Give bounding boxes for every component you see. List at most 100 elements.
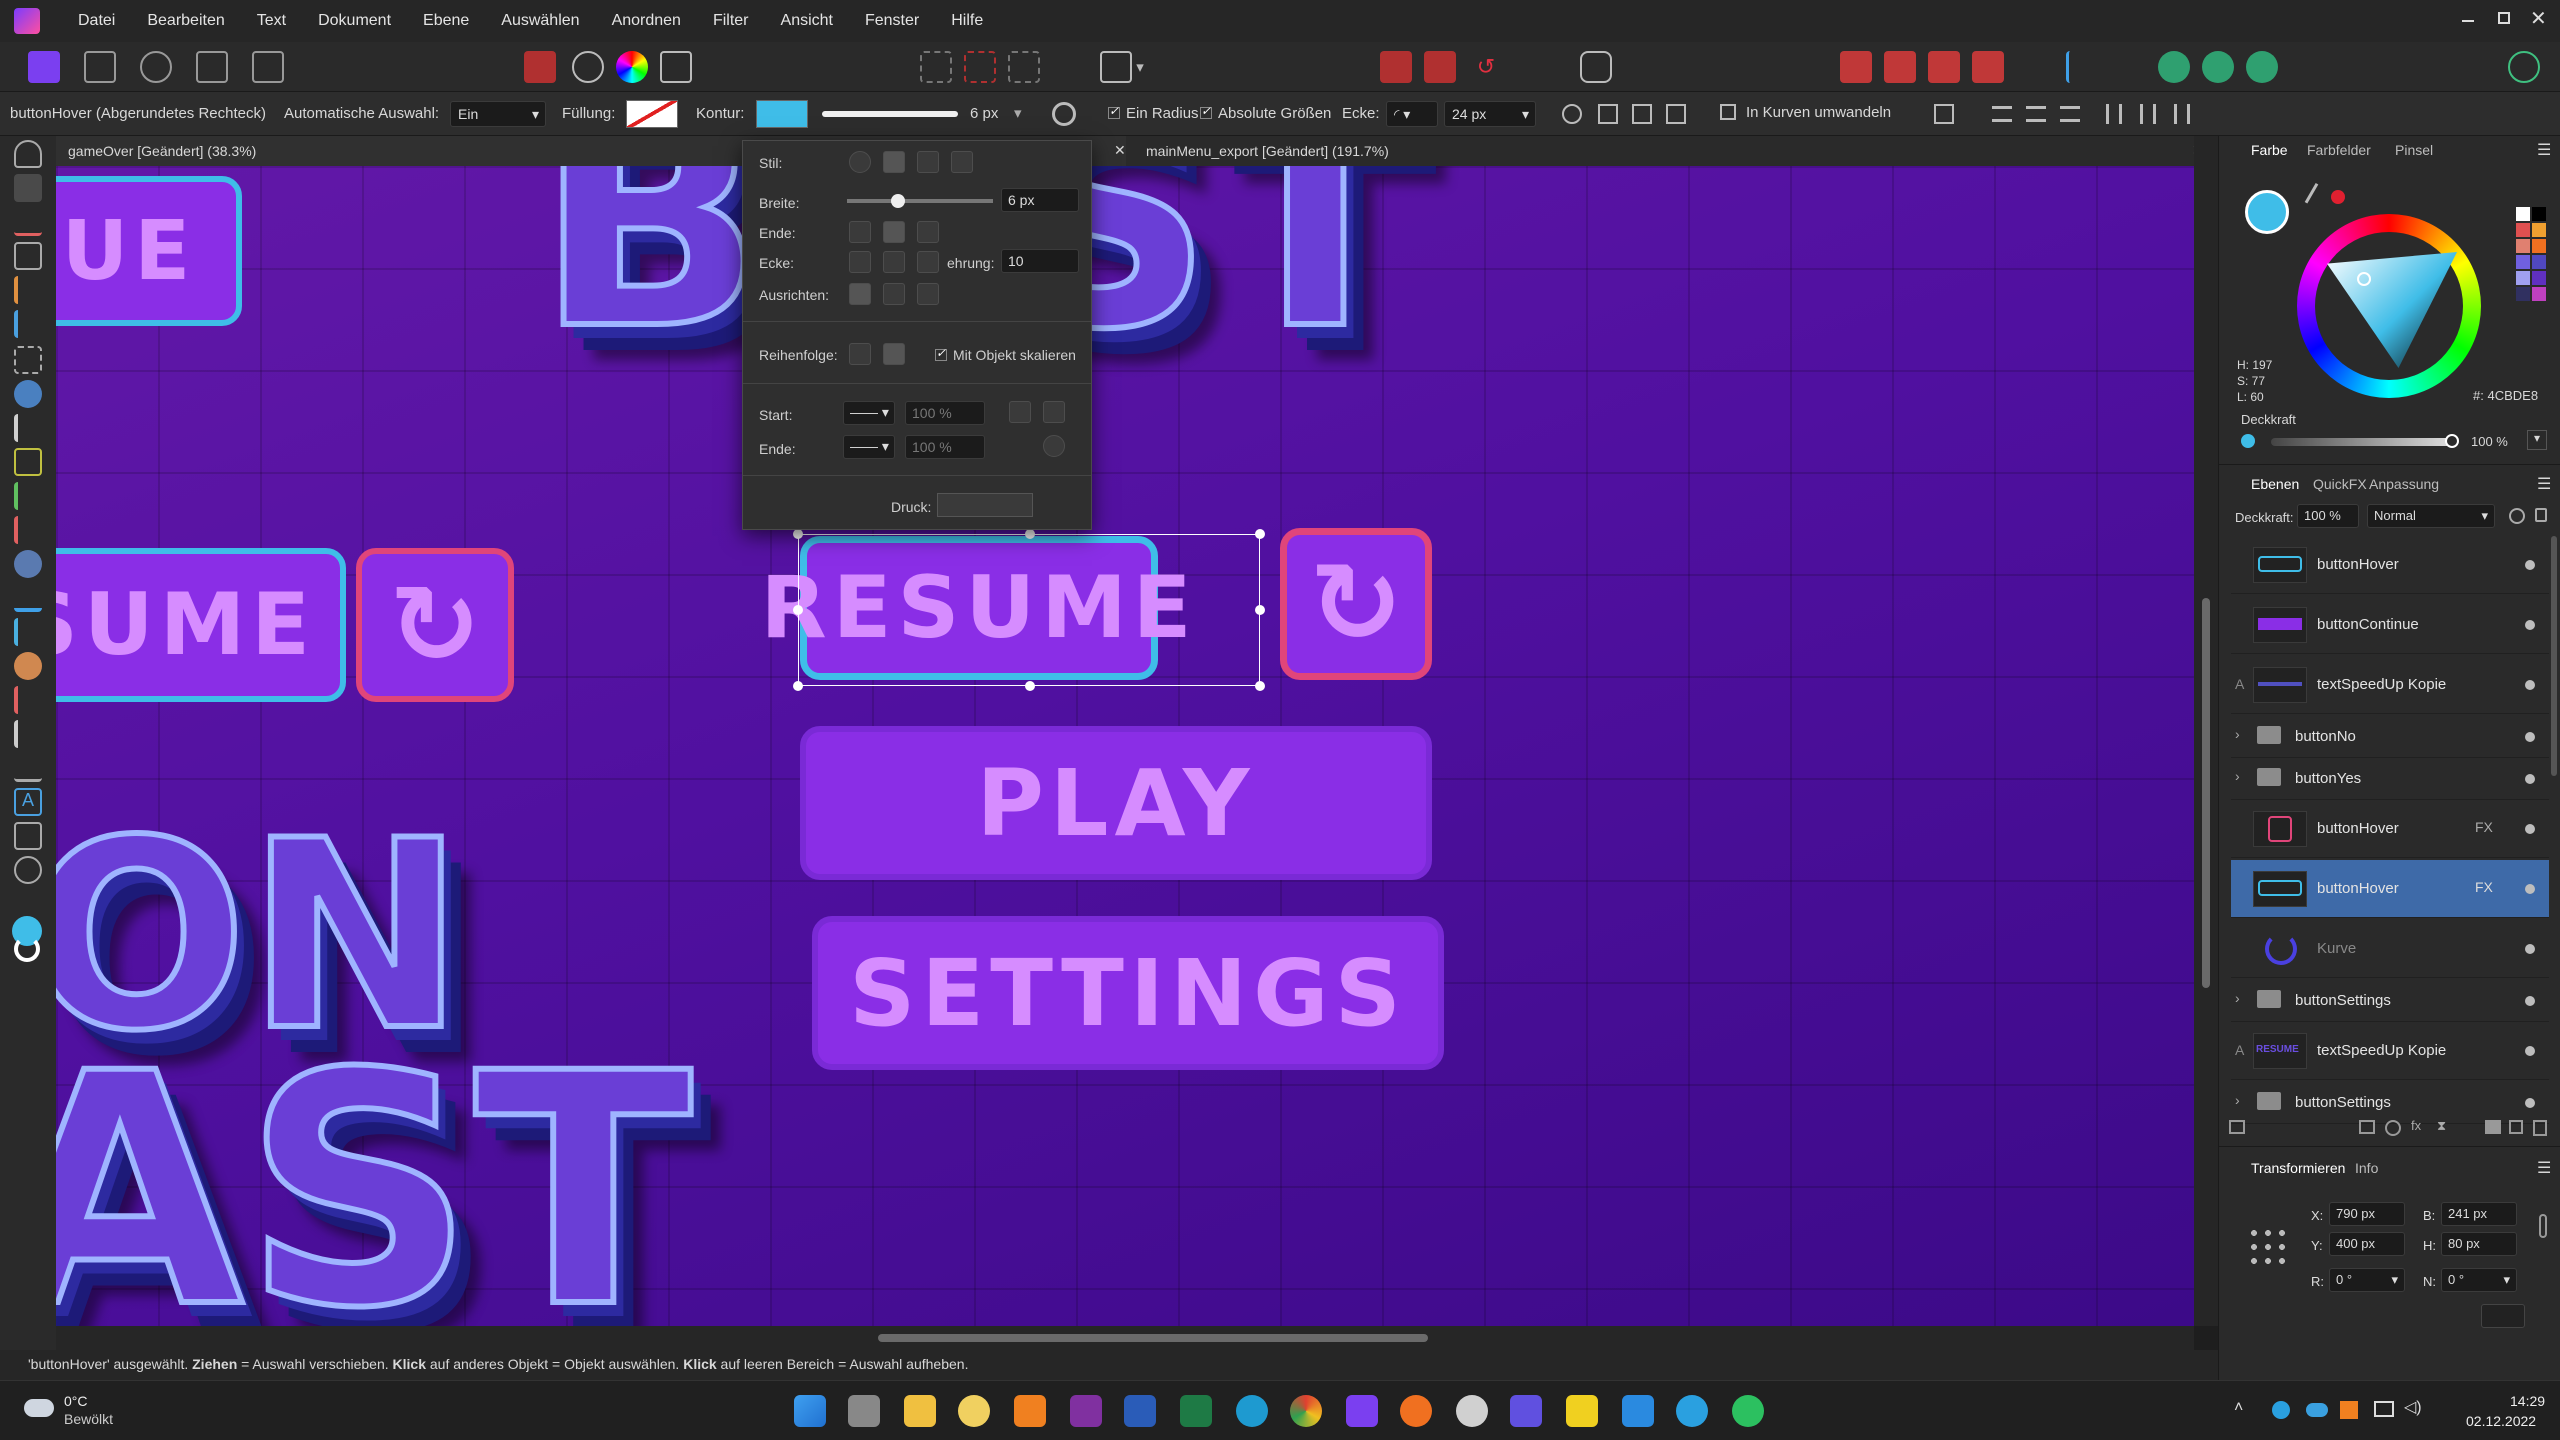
round-join-icon[interactable] xyxy=(883,251,905,273)
menu-text[interactable]: Text xyxy=(241,12,302,30)
chevron-down-icon[interactable]: ▾ xyxy=(2527,430,2547,450)
align-bottom-icon[interactable] xyxy=(2174,104,2190,124)
tab-info[interactable]: Info xyxy=(2355,1160,2378,1176)
color-picker-icon[interactable] xyxy=(14,550,42,578)
auto-select-dropdown[interactable]: Ein ▾ xyxy=(450,101,546,127)
texture-line-icon[interactable] xyxy=(951,151,973,173)
align-center-icon[interactable] xyxy=(2026,106,2046,122)
tray-network-icon[interactable] xyxy=(2374,1401,2394,1417)
visibility-dot-icon[interactable] xyxy=(2525,560,2535,570)
transform-options-button[interactable] xyxy=(2481,1304,2525,1328)
outline-icon[interactable] xyxy=(1008,51,1040,83)
align-outside-stroke-icon[interactable] xyxy=(917,283,939,305)
start-scale-input[interactable]: 100 % xyxy=(905,401,985,425)
visibility-dot-icon[interactable] xyxy=(2525,1046,2535,1056)
tab-quickfx[interactable]: QuickFX xyxy=(2313,476,2367,492)
flood-fill-icon[interactable] xyxy=(14,380,42,408)
view-mode-icon[interactable] xyxy=(572,51,604,83)
selection-handle[interactable] xyxy=(1255,681,1265,691)
dashed-line-icon[interactable] xyxy=(917,151,939,173)
menu-fenster[interactable]: Fenster xyxy=(849,12,935,30)
menu-icon[interactable]: ☰ xyxy=(2537,1158,2551,1178)
tab-transformieren[interactable]: Transformieren xyxy=(2251,1160,2345,1176)
whatsapp-icon[interactable] xyxy=(1732,1395,1764,1427)
tab-close-icon[interactable]: ✕ xyxy=(1114,142,1126,159)
tab-ebenen[interactable]: Ebenen xyxy=(2251,476,2299,492)
flip-h-icon[interactable] xyxy=(1632,104,1652,124)
selection-handle[interactable] xyxy=(1255,529,1265,539)
swatch[interactable] xyxy=(2516,287,2530,301)
layer-row[interactable]: buttonHover xyxy=(2231,536,2549,594)
horizontal-scroll-thumb[interactable] xyxy=(878,1334,1428,1342)
align-right-icon[interactable] xyxy=(2060,106,2080,122)
layer-row-selected[interactable]: buttonHover FX xyxy=(2231,860,2549,918)
layer-row[interactable]: Kurve xyxy=(2231,920,2549,978)
align-left-icon[interactable] xyxy=(2066,51,2098,83)
davinci-icon[interactable] xyxy=(1456,1395,1488,1427)
weather-desc[interactable]: Bewölkt xyxy=(64,1411,113,1427)
edge-icon[interactable] xyxy=(1236,1395,1268,1427)
y-input[interactable]: 400 px xyxy=(2329,1232,2405,1256)
hourglass-icon[interactable]: ⧗ xyxy=(2437,1118,2446,1134)
visibility-dot-icon[interactable] xyxy=(2525,732,2535,742)
visibility-dot-icon[interactable] xyxy=(2525,824,2535,834)
align-middle-icon[interactable] xyxy=(2140,104,2156,124)
layer-opacity-field[interactable]: 100 % xyxy=(2297,504,2359,528)
miter-input[interactable]: 10 xyxy=(1001,249,1079,273)
swatch[interactable] xyxy=(2516,271,2530,285)
onenote-icon[interactable] xyxy=(1070,1395,1102,1427)
align-left-icon[interactable] xyxy=(1992,106,2012,122)
shear-input[interactable]: 0 ° ▾ xyxy=(2441,1268,2517,1292)
app-icon[interactable] xyxy=(958,1395,990,1427)
clock-time[interactable]: 14:29 xyxy=(2510,1393,2545,1409)
selection-handle[interactable] xyxy=(1025,529,1035,539)
pen-tool-icon[interactable] xyxy=(14,618,42,646)
mask-layer-icon[interactable] xyxy=(2359,1120,2375,1134)
dropdown-arrow-icon[interactable]: ▾ xyxy=(1132,51,1148,83)
windows-start-icon[interactable] xyxy=(794,1395,826,1427)
adjustment-layer-icon[interactable] xyxy=(2385,1120,2401,1136)
move-backward-icon[interactable] xyxy=(1884,51,1916,83)
mask-icon[interactable] xyxy=(1100,51,1132,83)
snapping-icon[interactable] xyxy=(524,51,556,83)
clone-tool-icon[interactable] xyxy=(14,584,42,612)
chevron-up-icon[interactable]: ˄ xyxy=(2234,1399,2243,1417)
swatch[interactable] xyxy=(2516,255,2530,269)
tab-pinsel[interactable]: Pinsel xyxy=(2395,142,2433,158)
telegram-icon[interactable] xyxy=(1676,1395,1708,1427)
marquee-tool-icon[interactable] xyxy=(14,346,42,374)
file-explorer-icon[interactable] xyxy=(904,1395,936,1427)
menu-filter[interactable]: Filter xyxy=(697,12,765,30)
corner-type-dropdown[interactable]: ◜ ▾ xyxy=(1386,101,1438,127)
app-icon[interactable] xyxy=(1510,1395,1542,1427)
rotation-input[interactable]: 0 ° ▾ xyxy=(2329,1268,2405,1292)
swatch[interactable] xyxy=(2532,223,2546,237)
blender-icon[interactable] xyxy=(1400,1395,1432,1427)
swatch[interactable] xyxy=(2516,223,2530,237)
visibility-dot-icon[interactable] xyxy=(2525,944,2535,954)
word-icon[interactable] xyxy=(1124,1395,1156,1427)
maximize-icon[interactable] xyxy=(2498,12,2510,24)
pixel-tool-icon[interactable] xyxy=(14,414,42,442)
gear-icon[interactable] xyxy=(1052,102,1076,126)
swatch[interactable] xyxy=(2516,239,2530,253)
absolute-sizes-checkbox[interactable]: Absolute Größen xyxy=(1200,104,1331,122)
selection-handle[interactable] xyxy=(1255,605,1265,615)
export-persona-icon[interactable] xyxy=(140,51,172,83)
swatch[interactable] xyxy=(2532,271,2546,285)
link-icon[interactable] xyxy=(2539,1214,2547,1238)
minimize-icon[interactable] xyxy=(2462,20,2474,22)
opacity-slider[interactable] xyxy=(2271,438,2451,446)
selection-handle[interactable] xyxy=(793,529,803,539)
swap-arrows-icon[interactable] xyxy=(1043,435,1065,457)
anchor-point-grid[interactable] xyxy=(2247,1226,2287,1266)
boolean-subtract-icon[interactable] xyxy=(2202,51,2234,83)
stroke-behind-icon[interactable] xyxy=(849,343,871,365)
convert-to-curves-button[interactable]: In Kurven umwandeln xyxy=(1720,100,1891,128)
designer-persona-icon[interactable] xyxy=(28,51,60,83)
menu-hilfe[interactable]: Hilfe xyxy=(935,12,999,30)
chevron-right-icon[interactable]: › xyxy=(2235,768,2240,784)
stroke-width-slider[interactable] xyxy=(822,111,958,117)
account-icon[interactable] xyxy=(2508,51,2540,83)
layer-row[interactable]: buttonHover FX xyxy=(2231,800,2549,858)
